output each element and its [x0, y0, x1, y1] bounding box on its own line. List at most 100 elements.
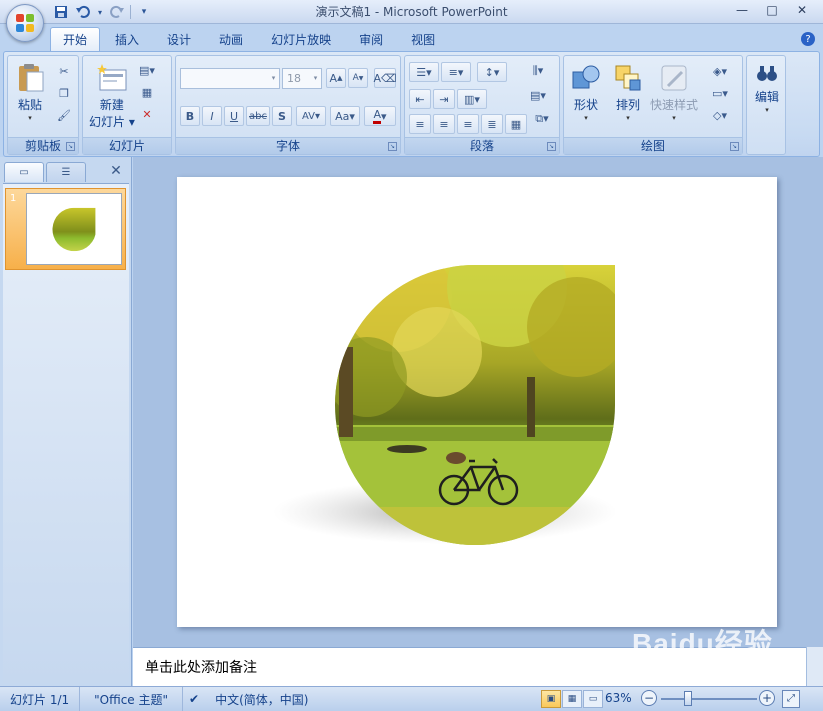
arrange-icon: [612, 62, 644, 94]
arrange-dropdown-icon: ▾: [626, 114, 630, 122]
slides-tab-icon[interactable]: ▭: [4, 162, 44, 182]
clipboard-launcher-icon[interactable]: ↘: [66, 142, 75, 151]
zoom-slider-thumb[interactable]: [684, 691, 692, 706]
delete-slide-icon[interactable]: ✕: [137, 105, 157, 123]
quick-styles-button[interactable]: 快速样式 ▾: [650, 62, 698, 122]
tab-home[interactable]: 开始: [50, 27, 101, 51]
bold-button[interactable]: B: [180, 106, 200, 126]
text-shadow-button[interactable]: S: [272, 106, 292, 126]
clear-formatting-button[interactable]: A⌫: [373, 68, 397, 88]
tab-design[interactable]: 设计: [154, 27, 204, 51]
slide-canvas[interactable]: [177, 177, 777, 627]
maximize-button[interactable]: □: [757, 0, 787, 20]
line-spacing-button[interactable]: ↕▾: [477, 62, 507, 82]
quick-styles-icon: [658, 62, 690, 94]
align-text-icon[interactable]: ▤▾: [525, 86, 551, 104]
tab-slideshow[interactable]: 幻灯片放映: [258, 27, 344, 51]
view-buttons: ▣ ▦ ▭: [541, 690, 603, 708]
slides-group: 新建 幻灯片 ▾ ▤▾ ▦ ✕ 幻灯片: [82, 55, 172, 155]
tab-review[interactable]: 审阅: [346, 27, 396, 51]
notes-placeholder: 单击此处添加备注: [145, 660, 257, 676]
font-color-button[interactable]: A ▾: [364, 106, 396, 126]
justify-button[interactable]: ≣: [481, 114, 503, 134]
tab-insert[interactable]: 插入: [102, 27, 152, 51]
help-icon[interactable]: ?: [801, 32, 815, 46]
zoom-in-button[interactable]: +: [759, 690, 775, 706]
font-size-combo[interactable]: 18 ▾: [282, 68, 322, 89]
normal-view-icon[interactable]: ▣: [541, 690, 561, 708]
align-left-button[interactable]: ≡: [409, 114, 431, 134]
change-case-button[interactable]: Aa ▾: [330, 106, 360, 126]
fit-to-window-icon[interactable]: ⤢: [782, 690, 800, 708]
drawing-group: 形状 ▾ 排列 ▾ 快速样式 ▾ ◈▾ ▭▾ ◇▾ 绘图 ↘: [563, 55, 743, 155]
italic-button[interactable]: I: [202, 106, 222, 126]
layout-icon[interactable]: ▤▾: [137, 61, 157, 79]
columns-button[interactable]: ▥▾: [457, 89, 487, 109]
decrease-indent-button[interactable]: ⇤: [409, 89, 431, 109]
slide-thumbnail-item[interactable]: 1: [5, 188, 126, 270]
smartart-icon[interactable]: ⧉▾: [529, 110, 555, 128]
zoom-out-button[interactable]: −: [641, 690, 657, 706]
slide-thumbnail-list: 1: [3, 183, 129, 683]
paragraph-launcher-icon[interactable]: ↘: [547, 142, 556, 151]
drawing-launcher-icon[interactable]: ↘: [730, 142, 739, 151]
new-slide-icon: [96, 62, 128, 94]
text-direction-icon[interactable]: ⫼▾: [525, 62, 551, 80]
zoom-slider-track[interactable]: [661, 698, 757, 700]
strikethrough-button[interactable]: abc: [246, 106, 270, 126]
close-button[interactable]: ✕: [787, 0, 817, 20]
paste-dropdown-icon: ▾: [28, 114, 32, 122]
shrink-font-button[interactable]: A ▼: [348, 68, 368, 88]
slide-sorter-icon[interactable]: ▦: [562, 690, 582, 708]
vertical-scrollbar[interactable]: [806, 647, 823, 686]
format-painter-icon[interactable]: 🖌: [54, 106, 74, 124]
shapes-button[interactable]: 形状 ▾: [570, 62, 602, 122]
ribbon-tabs: 开始 插入 设计 动画 幻灯片放映 审阅 视图: [50, 27, 448, 51]
grow-font-button[interactable]: A ▲: [326, 68, 346, 88]
increase-indent-button[interactable]: ⇥: [433, 89, 455, 109]
outline-tab-icon[interactable]: ☰: [46, 162, 86, 182]
language-indicator[interactable]: 中文(简体，中国): [205, 687, 318, 711]
numbering-button[interactable]: ≡▾: [441, 62, 471, 82]
new-slide-label-2: 幻灯片 ▾: [89, 115, 135, 129]
reset-icon[interactable]: ▦: [137, 83, 157, 101]
align-center-button[interactable]: ≡: [433, 114, 455, 134]
shapes-dropdown-icon: ▾: [584, 114, 588, 122]
shape-effects-icon[interactable]: ◇▾: [706, 106, 734, 124]
teardrop-picture[interactable]: [177, 177, 777, 627]
minimize-button[interactable]: —: [727, 0, 757, 20]
slide-editing-area: [133, 157, 823, 647]
underline-button[interactable]: U: [224, 106, 244, 126]
shape-outline-icon[interactable]: ▭▾: [706, 84, 734, 102]
editing-label: 编辑: [754, 90, 779, 104]
paste-label: 粘贴: [17, 98, 42, 112]
editing-dropdown-icon: ▾: [765, 106, 769, 114]
slideshow-icon[interactable]: ▭: [583, 690, 603, 708]
font-name-combo[interactable]: ▾: [180, 68, 280, 89]
paste-button[interactable]: 粘贴 ▾: [14, 62, 46, 122]
font-launcher-icon[interactable]: ↘: [388, 142, 397, 151]
theme-name: "Office 主题": [80, 686, 184, 711]
slide-counter: 幻灯片 1/1: [0, 686, 81, 711]
cut-icon[interactable]: ✂: [54, 62, 74, 80]
editing-button[interactable]: 编辑 ▾: [748, 62, 786, 114]
office-logo-icon: [16, 14, 34, 32]
watermark-url: jingyan.baidu.com: [680, 672, 761, 683]
tab-animations[interactable]: 动画: [206, 27, 256, 51]
shapes-label: 形状: [573, 98, 598, 112]
drawing-group-label: 绘图: [564, 137, 742, 154]
shape-fill-icon[interactable]: ◈▾: [706, 62, 734, 80]
distribute-button[interactable]: ▦: [505, 114, 527, 134]
copy-icon[interactable]: ❐: [54, 84, 74, 102]
panel-close-icon[interactable]: ✕: [108, 163, 124, 179]
office-button[interactable]: [6, 4, 44, 42]
char-spacing-button[interactable]: AV ▾: [296, 106, 326, 126]
arrange-button[interactable]: 排列 ▾: [612, 62, 644, 122]
zoom-level[interactable]: 63%: [605, 691, 632, 705]
new-slide-button[interactable]: 新建 幻灯片 ▾: [89, 62, 135, 130]
spellcheck-icon[interactable]: ✔: [183, 687, 205, 711]
bullets-button[interactable]: ☰▾: [409, 62, 439, 82]
tab-view[interactable]: 视图: [398, 27, 448, 51]
paragraph-group: ☰▾ ≡▾ ↕▾ ⫼▾ ⇤ ⇥ ▥▾ ▤▾ ≡ ≡ ≡ ≣ ▦ ⧉▾ 段落 ↘: [404, 55, 560, 155]
align-right-button[interactable]: ≡: [457, 114, 479, 134]
